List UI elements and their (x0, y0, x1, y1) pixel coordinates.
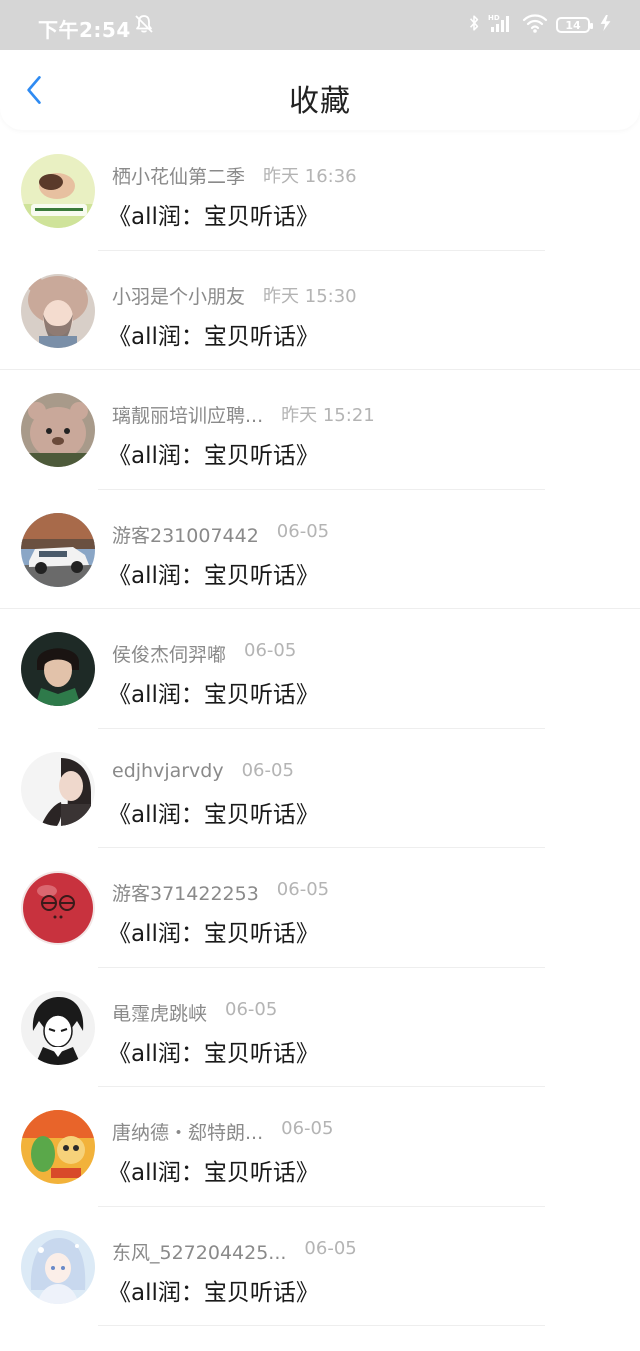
bluetooth-icon (468, 13, 480, 37)
favorite-time: 06-05 (244, 640, 297, 661)
favorite-meta: 游客371422253 06-05 (112, 879, 329, 905)
favorite-item[interactable]: 唐纳德・郄特朗... 06-05 《all润：宝贝听话》 (0, 1087, 640, 1207)
favorite-content[interactable]: 《all润：宝贝听话》 (108, 197, 319, 231)
favorite-item[interactable]: edjhvjarvdy 06-05 《all润：宝贝听话》 (0, 729, 640, 848)
favorite-meta: edjhvjarvdy 06-05 (112, 760, 294, 786)
favorite-content[interactable]: 《all润：宝贝听话》 (108, 675, 319, 709)
favorite-user-name[interactable]: edjhvjarvdy (112, 760, 224, 782)
favorite-time: 06-05 (225, 998, 278, 1020)
favorite-time: 06-05 (241, 759, 294, 781)
favorite-meta: 黾霪虎跳峡 06-05 (112, 999, 277, 1025)
favorite-content[interactable]: 《all润：宝贝听话》 (108, 914, 319, 948)
favorite-user-name[interactable]: 黾霪虎跳峡 (112, 999, 207, 1026)
favorite-content[interactable]: 《all润：宝贝听话》 (108, 1273, 319, 1307)
favorite-item[interactable]: 小羽是个小朋友 昨天 15:30 《all润：宝贝听话》 (0, 251, 640, 370)
favorite-time: 06-05 (276, 879, 330, 900)
page-title: 收藏 (289, 84, 351, 119)
favorite-meta: 游客231007442 06-05 (112, 521, 329, 547)
divider (98, 1325, 545, 1326)
avatar-car (21, 512, 95, 587)
favorite-item[interactable]: 游客231007442 06-05 《all润：宝贝听话》 (0, 490, 640, 609)
favorite-user-name[interactable]: 小羽是个小朋友 (112, 282, 245, 309)
favorite-content[interactable]: 《all润：宝贝听话》 (108, 1153, 319, 1187)
favorite-meta: 栖小花仙第二季 昨天 16:36 (112, 162, 357, 188)
battery-icon: 14 (556, 17, 593, 33)
avatar-baby (21, 154, 95, 228)
favorite-meta: 璃靓丽培训应聘... 昨天 15:21 (112, 401, 375, 427)
avatar-anime-girl (21, 1229, 95, 1304)
favorite-time: 06-05 (276, 520, 330, 542)
favorite-content[interactable]: 《all润：宝贝听话》 (108, 1034, 319, 1068)
favorite-time: 06-05 (281, 1118, 334, 1139)
favorite-user-name[interactable]: 栖小花仙第二季 (112, 162, 245, 189)
status-time: 下午2:54 (38, 18, 131, 42)
favorite-user-name[interactable]: 游客371422253 (112, 879, 259, 906)
signal-hd-icon: HD (488, 12, 514, 38)
favorite-time: 昨天 15:21 (281, 405, 375, 426)
favorite-item[interactable]: 璃靓丽培训应聘... 昨天 15:21 《all润：宝贝听话》 (0, 370, 640, 490)
favorite-user-name[interactable]: 侯俊杰伺羿嘟 (112, 640, 226, 667)
favorite-meta: 东风_527204425... 06-05 (112, 1238, 357, 1264)
favorite-item[interactable]: 栖小花仙第二季 昨天 16:36 《all润：宝贝听话》 (0, 131, 640, 251)
svg-text:HD: HD (488, 14, 500, 22)
favorite-user-name[interactable]: 璃靓丽培训应聘... (112, 401, 263, 428)
battery-level: 14 (565, 18, 581, 32)
favorite-item[interactable]: 东风_527204425... 06-05 《all润：宝贝听话》 (0, 1207, 640, 1326)
avatar-cartoon (21, 1110, 95, 1184)
favorite-content[interactable]: 《all润：宝贝听话》 (108, 317, 319, 351)
favorite-content[interactable]: 《all润：宝贝听话》 (108, 556, 319, 590)
header: 收藏 (0, 50, 640, 130)
favorite-user-name[interactable]: 东风_527204425... (112, 1238, 286, 1265)
favorite-time: 06-05 (304, 1237, 357, 1259)
charging-icon (598, 13, 614, 37)
favorite-user-name[interactable]: 唐纳德・郄特朗... (112, 1118, 263, 1145)
favorite-time: 昨天 15:30 (263, 285, 357, 307)
favorite-meta: 侯俊杰伺羿嘟 06-05 (112, 640, 296, 666)
favorite-item[interactable]: 侯俊杰伺羿嘟 06-05 《all润：宝贝听话》 (0, 609, 640, 729)
mute-icon (133, 13, 155, 35)
favorite-content[interactable]: 《all润：宝贝听话》 (108, 436, 319, 470)
favorite-item[interactable]: 黾霪虎跳峡 06-05 《all润：宝贝听话》 (0, 968, 640, 1087)
favorite-item[interactable]: 游客371422253 06-05 《all润：宝贝听话》 (0, 848, 640, 968)
avatar-bear-hat-girl (21, 273, 95, 348)
favorite-meta: 小羽是个小朋友 昨天 15:30 (112, 282, 357, 308)
avatar-teddy-bear (21, 393, 95, 467)
status-bar: 下午2:54 HD 14 (0, 0, 640, 50)
wifi-icon (522, 12, 548, 38)
avatar-woman (21, 751, 95, 826)
favorite-content[interactable]: 《all润：宝贝听话》 (108, 795, 319, 829)
avatar-man-scarf (21, 632, 95, 706)
avatar-anime-sketch (21, 990, 95, 1065)
favorite-time: 昨天 16:36 (263, 166, 357, 187)
favorite-meta: 唐纳德・郄特朗... 06-05 (112, 1118, 333, 1144)
favorites-list: 栖小花仙第二季 昨天 16:36 《all润：宝贝听话》 小羽是个小朋友 昨天 15… (0, 131, 640, 1326)
favorite-user-name[interactable]: 游客231007442 (112, 521, 259, 548)
avatar-red-ball (21, 871, 95, 945)
